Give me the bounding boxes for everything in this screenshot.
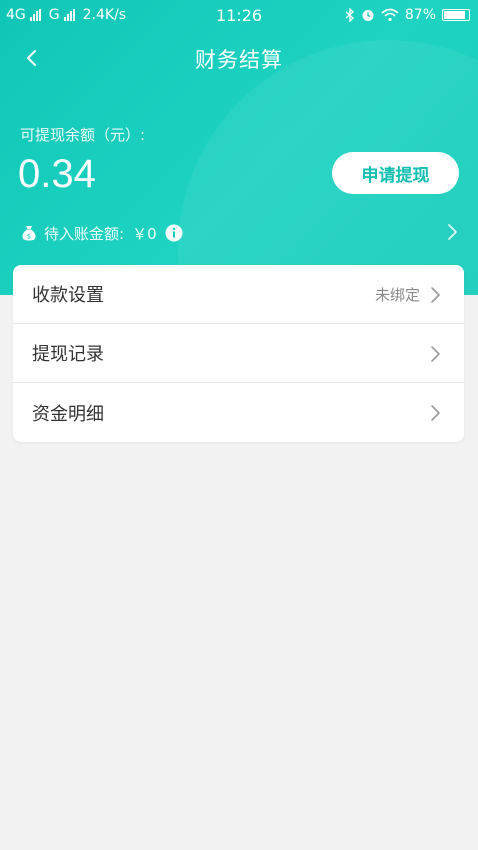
battery-icon [442,9,470,21]
page-title: 财务结算 [195,48,283,72]
status-right: 87% [345,7,470,23]
balance-label: 可提现余额（元）: [20,126,146,144]
menu-item-value: 未绑定 [374,286,420,304]
chevron-right-icon[interactable] [440,220,464,244]
pending-amount: ￥0 [132,224,157,243]
menu-item-label: 提现记录 [32,344,104,365]
pending-amount-row[interactable]: $ 待入账金额: ￥0 [20,220,460,246]
menu-item-right: 未绑定 [375,265,446,324]
menu-item-label: 收款设置 [32,285,104,306]
chevron-right-icon [431,404,440,421]
info-icon[interactable] [165,224,183,242]
header-banner: 4G G 2.4K/s 11:26 87% 财务结算 可提现余额（元）: 0.3… [0,0,478,295]
svg-text:$: $ [27,233,31,241]
balance-amount: 0.34 [18,152,96,196]
menu-item-label: 资金明细 [32,403,104,425]
wifi-icon [381,8,399,22]
pending-label: 待入账金额: [44,224,125,243]
nav-bar: 财务结算 [0,36,478,80]
menu-item-right [426,324,446,383]
status-bar: 4G G 2.4K/s 11:26 87% [0,0,478,32]
menu-item-fund-details[interactable]: 资金明细 [13,383,464,442]
battery-percent: 87% [404,7,436,23]
bluetooth-icon [345,8,354,22]
money-bag-icon: $ [22,226,36,241]
chevron-right-icon [431,345,440,362]
settings-card: 收款设置 未绑定 提现记录 资金明细 [13,265,464,442]
menu-item-withdraw-records[interactable]: 提现记录 [13,324,464,383]
menu-item-right [426,383,446,442]
menu-item-payment-settings[interactable]: 收款设置 未绑定 [13,265,464,324]
chevron-right-icon [431,286,440,303]
withdraw-button[interactable]: 申请提现 [332,152,459,194]
alarm-icon [362,10,374,21]
